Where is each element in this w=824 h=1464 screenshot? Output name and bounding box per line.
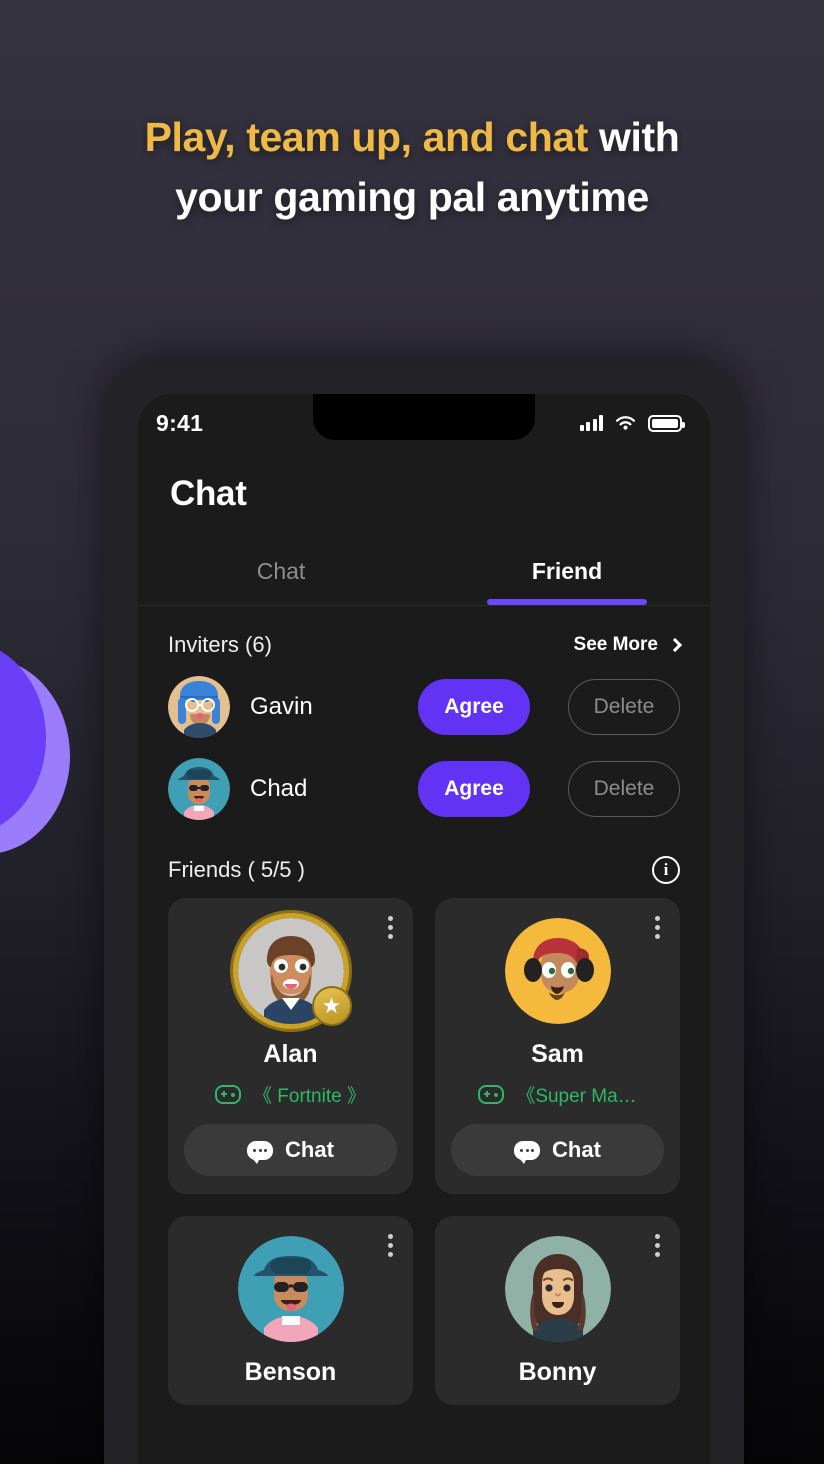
cellular-bars-icon <box>579 415 603 431</box>
phone-notch <box>313 394 535 440</box>
inviter-name: Chad <box>250 775 308 802</box>
inviter-name: Gavin <box>250 693 313 720</box>
wifi-icon <box>615 415 636 430</box>
friend-name: Benson <box>244 1358 337 1386</box>
inviter-row: Gavin Agree Delete <box>168 666 680 748</box>
headline-rest: with <box>588 114 680 160</box>
inviters-title: Inviters (6) <box>168 632 272 657</box>
headline-line2: your gaming pal anytime <box>175 173 649 220</box>
chat-bubble-icon <box>514 1140 541 1164</box>
info-circle-icon[interactable]: i <box>652 856 680 884</box>
friend-name: Bonny <box>518 1358 597 1386</box>
bonny-avatar[interactable] <box>504 1236 611 1342</box>
page-title: Chat <box>170 474 247 513</box>
status-icons <box>579 414 685 432</box>
inviters-header: Inviters (6) See More <box>168 606 683 666</box>
tab-bar: Chat Friend <box>138 548 710 606</box>
delete-button[interactable]: Delete <box>568 761 680 817</box>
status-time: 9:41 <box>156 409 204 436</box>
friend-game: 《Super Ma… <box>478 1081 637 1108</box>
chat-button-label: Chat <box>285 1137 334 1162</box>
see-more-button[interactable]: See More <box>573 634 683 656</box>
more-options-icon[interactable] <box>388 1234 393 1257</box>
chat-button[interactable]: Chat <box>184 1124 397 1176</box>
chat-button[interactable]: Chat <box>451 1124 664 1176</box>
battery-full-icon <box>648 414 685 432</box>
chat-button-label: Chat <box>552 1137 601 1162</box>
friend-card[interactable]: Sam 《Super Ma… Chat <box>435 898 680 1194</box>
friend-game-label: 《Super Ma… <box>516 1086 637 1107</box>
friend-card[interactable]: Benson <box>168 1216 413 1405</box>
benson-avatar[interactable] <box>237 1236 344 1342</box>
phone-screen: 9:41 Chat Chat Friend Inviters (6) See M… <box>138 394 710 1464</box>
star-badge-icon: ★ <box>311 986 352 1026</box>
alan-avatar[interactable]: ★ <box>237 918 352 1026</box>
more-options-icon[interactable] <box>388 916 393 939</box>
gamepad-icon <box>478 1085 505 1104</box>
agree-button[interactable]: Agree <box>418 679 530 735</box>
friend-card[interactable]: ★ Alan 《 Fortnite 》 Chat <box>168 898 413 1194</box>
delete-button[interactable]: Delete <box>568 679 680 735</box>
sam-avatar[interactable] <box>504 918 611 1024</box>
friend-card[interactable]: Bonny <box>435 1216 680 1405</box>
tab-chat[interactable]: Chat <box>138 548 424 605</box>
chad-avatar[interactable] <box>168 758 230 820</box>
friend-game: 《 Fortnite 》 <box>215 1081 366 1108</box>
gamepad-icon <box>215 1085 241 1104</box>
friend-game-label: 《 Fortnite 》 <box>253 1086 366 1107</box>
headline-highlight: Play, team up, and chat <box>144 114 589 160</box>
chevron-right-icon <box>667 637 683 653</box>
see-more-label: See More <box>573 634 658 655</box>
friends-title: Friends ( 5/5 ) <box>168 857 305 882</box>
promo-headline: Play, team up, and chat with your gaming… <box>0 108 824 228</box>
inviter-row: Chad Agree Delete <box>168 748 680 830</box>
more-options-icon[interactable] <box>655 1234 660 1257</box>
screen-content: Inviters (6) See More Gavin Agree Delete… <box>138 606 710 1405</box>
friends-header: Friends ( 5/5 ) i <box>168 830 680 898</box>
friend-name: Alan <box>263 1040 318 1068</box>
gavin-avatar[interactable] <box>168 676 230 738</box>
agree-button[interactable]: Agree <box>418 761 530 817</box>
friends-grid: ★ Alan 《 Fortnite 》 Chat Sam 《Super Ma… … <box>168 898 680 1405</box>
friend-name: Sam <box>531 1040 584 1068</box>
chat-bubble-icon <box>247 1140 274 1164</box>
more-options-icon[interactable] <box>655 916 660 939</box>
tab-friend[interactable]: Friend <box>424 548 710 605</box>
phone-mockup: 9:41 Chat Chat Friend Inviters (6) See M… <box>104 362 744 1464</box>
